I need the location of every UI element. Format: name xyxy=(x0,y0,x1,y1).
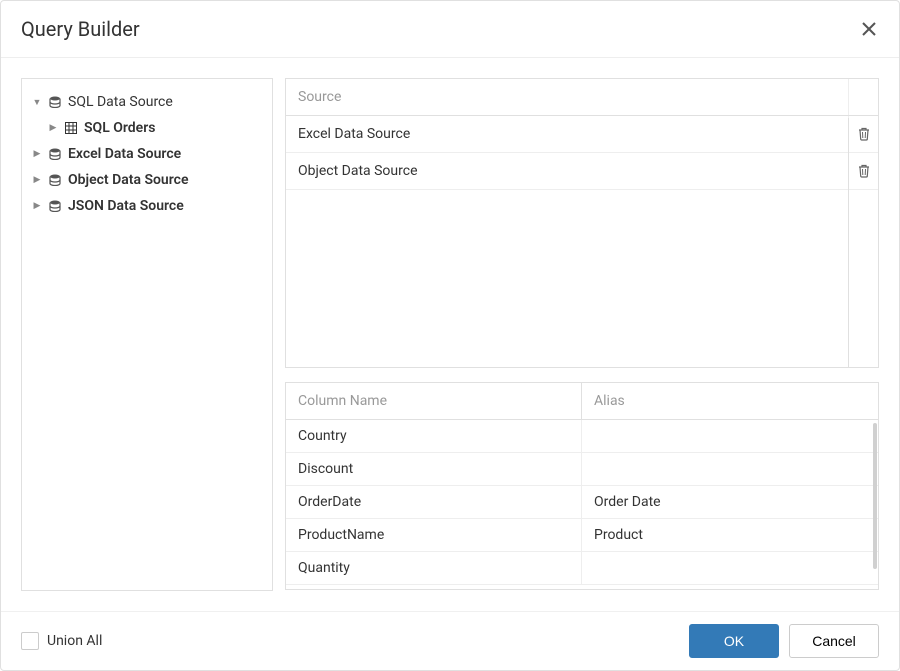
delete-source-button[interactable] xyxy=(848,116,878,152)
tree-item[interactable]: ▶ Excel Data Source xyxy=(28,141,266,167)
source-table-body: Excel Data SourceObject Data Source xyxy=(286,116,878,367)
table-icon xyxy=(64,121,78,135)
source-row[interactable]: Object Data Source xyxy=(286,153,878,190)
columns-header-name: Column Name xyxy=(286,383,582,419)
database-icon xyxy=(48,199,62,213)
columns-header-alias: Alias xyxy=(582,383,878,419)
source-header-label: Source xyxy=(286,79,848,115)
tree-item[interactable]: ▶ JSON Data Source xyxy=(28,193,266,219)
column-alias-cell[interactable] xyxy=(582,552,878,584)
source-row[interactable]: Excel Data Source xyxy=(286,116,878,153)
chevron-right-icon[interactable]: ▶ xyxy=(48,123,58,133)
database-icon xyxy=(48,147,62,161)
trash-icon xyxy=(857,164,871,178)
tree-item-label: SQL Data Source xyxy=(68,94,173,110)
scrollbar-thumb[interactable] xyxy=(873,423,877,569)
chevron-right-icon[interactable]: ▶ xyxy=(32,175,42,185)
columns-table-header: Column Name Alias xyxy=(286,383,878,420)
column-alias-cell[interactable]: Product xyxy=(582,519,878,551)
columns-table: Column Name Alias CountryDiscountOrderDa… xyxy=(285,382,879,590)
close-button[interactable] xyxy=(859,19,879,39)
cancel-button[interactable]: Cancel xyxy=(789,624,879,658)
database-icon xyxy=(48,173,62,187)
tree-item[interactable]: ▶ Object Data Source xyxy=(28,167,266,193)
tree-item-label: JSON Data Source xyxy=(68,198,184,214)
tree-item[interactable]: ▼ SQL Data Source xyxy=(28,89,266,115)
database-icon xyxy=(48,95,62,109)
column-alias-cell[interactable]: Order Date xyxy=(582,486,878,518)
source-name: Excel Data Source xyxy=(286,116,848,152)
tree-item-label: Excel Data Source xyxy=(68,146,181,162)
right-panel: Source Excel Data SourceObject Data Sour… xyxy=(285,78,879,591)
data-source-tree[interactable]: ▼ SQL Data Source ▶ SQL Orders ▶ Excel Data S… xyxy=(21,78,273,591)
union-all-checkbox[interactable]: Union All xyxy=(21,632,102,650)
tree-item-label: Object Data Source xyxy=(68,172,188,188)
chevron-right-icon[interactable]: ▶ xyxy=(32,201,42,211)
columns-table-body[interactable]: CountryDiscountOrderDateOrder DateProduc… xyxy=(286,420,878,589)
query-builder-dialog: Query Builder ▼ SQL Data Source ▶ SQL Order… xyxy=(0,0,900,671)
column-name-cell[interactable]: ProductName xyxy=(286,519,582,551)
delete-source-button[interactable] xyxy=(848,153,878,189)
column-row[interactable]: ProductNameProduct xyxy=(286,519,878,552)
source-table: Source Excel Data SourceObject Data Sour… xyxy=(285,78,879,368)
checkbox-box-icon xyxy=(21,632,39,650)
dialog-body: ▼ SQL Data Source ▶ SQL Orders ▶ Excel Data S… xyxy=(1,58,899,611)
ok-button[interactable]: OK xyxy=(689,624,779,658)
source-name: Object Data Source xyxy=(286,153,848,189)
column-row[interactable]: Country xyxy=(286,420,878,453)
chevron-right-icon[interactable]: ▶ xyxy=(32,149,42,159)
source-header-action-col xyxy=(848,79,878,115)
tree-item-label: SQL Orders xyxy=(84,120,155,136)
column-row[interactable]: Discount xyxy=(286,453,878,486)
column-alias-cell[interactable] xyxy=(582,453,878,485)
column-name-cell[interactable]: Discount xyxy=(286,453,582,485)
dialog-title: Query Builder xyxy=(21,17,140,41)
footer-buttons: OK Cancel xyxy=(689,624,879,658)
dialog-header: Query Builder xyxy=(1,1,899,58)
union-all-label: Union All xyxy=(47,633,102,649)
column-row[interactable]: OrderDateOrder Date xyxy=(286,486,878,519)
column-name-cell[interactable]: Country xyxy=(286,420,582,452)
source-table-header: Source xyxy=(286,79,878,116)
trash-icon xyxy=(857,127,871,141)
column-name-cell[interactable]: Quantity xyxy=(286,552,582,584)
tree-item[interactable]: ▶ SQL Orders xyxy=(28,115,266,141)
column-name-cell[interactable]: OrderDate xyxy=(286,486,582,518)
close-icon xyxy=(862,22,876,36)
dialog-footer: Union All OK Cancel xyxy=(1,611,899,670)
column-row[interactable]: Quantity xyxy=(286,552,878,585)
column-alias-cell[interactable] xyxy=(582,420,878,452)
chevron-down-icon[interactable]: ▼ xyxy=(32,97,42,108)
